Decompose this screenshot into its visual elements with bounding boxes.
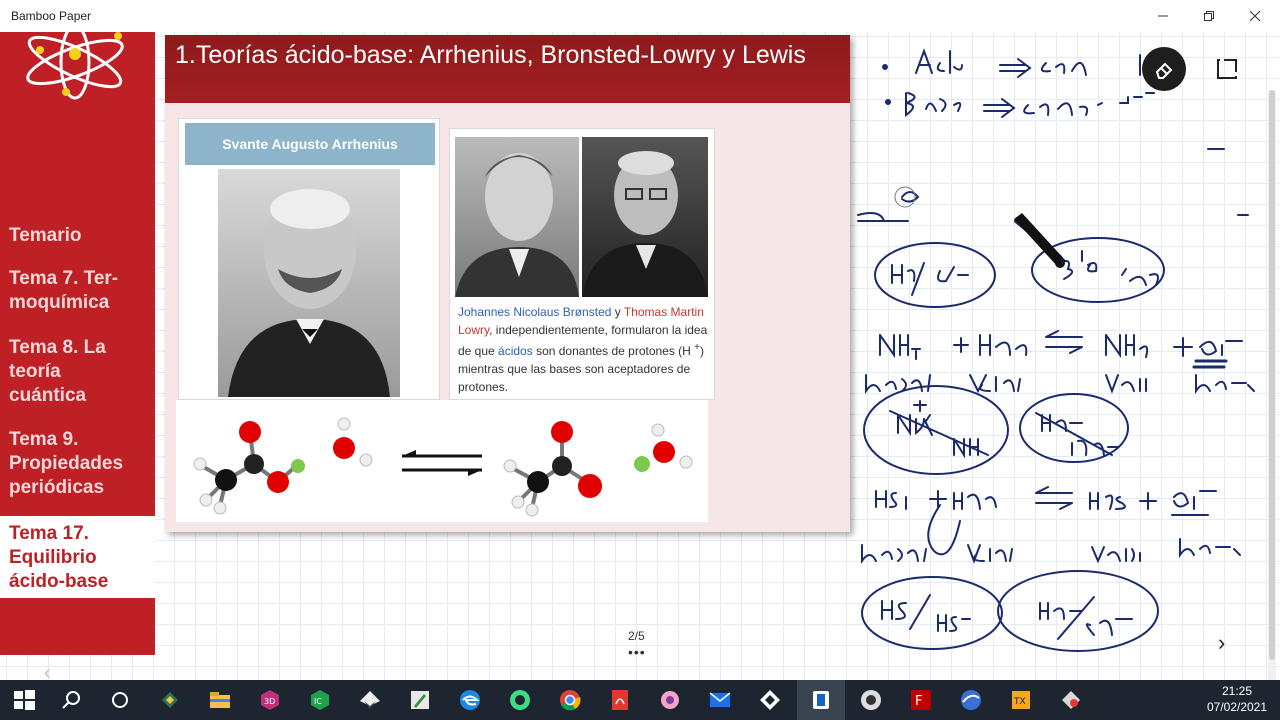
caption-acidos: ácidos — [498, 344, 533, 358]
sidebar-item-temario[interactable]: Temario — [9, 224, 149, 248]
cube-icon[interactable] — [758, 688, 782, 712]
acid-base-reaction-image — [176, 400, 708, 522]
mail-app-icon[interactable] — [158, 688, 182, 712]
handwritten-notes — [857, 48, 1255, 652]
app-title: Bamboo Paper — [11, 9, 92, 23]
svg-text:3D: 3D — [264, 697, 275, 706]
windows-taskbar: 3D IC F TX 21:25 07/02/2021 — [0, 680, 1280, 720]
scrollbar-thumb[interactable] — [1269, 90, 1275, 660]
fullscreen-button[interactable] — [1216, 58, 1238, 80]
android-studio-icon[interactable] — [508, 688, 532, 712]
arrhenius-banner: Svante Augusto Arrhenius — [185, 123, 435, 165]
xampp-icon[interactable]: TX — [1009, 688, 1033, 712]
clock-time: 21:25 — [1221, 684, 1253, 698]
fullscreen-icon — [1217, 59, 1237, 79]
sidebar-item-tema-7[interactable]: Tema 7. Ter- moquímica — [9, 267, 149, 315]
app-inkscape-icon[interactable] — [358, 688, 382, 712]
arrhenius-photo — [218, 169, 400, 397]
caption-y: y — [611, 305, 624, 319]
sidebar-item-tema-17[interactable]: Tema 17. Equilibrio ácido-base — [0, 516, 155, 598]
restore-button[interactable] — [1186, 0, 1232, 32]
eraser-tool-button[interactable] — [1142, 47, 1186, 91]
windows-start-icon[interactable] — [12, 688, 36, 712]
svg-text:TX: TX — [1013, 697, 1026, 707]
window-title-bar: Bamboo Paper — [0, 0, 1280, 32]
arrhenius-card: Svante Augusto Arrhenius — [178, 118, 440, 400]
mail-icon[interactable] — [708, 688, 732, 712]
filezilla-icon[interactable]: F — [909, 688, 933, 712]
acrobat-icon[interactable] — [608, 688, 632, 712]
search-icon[interactable] — [60, 688, 84, 712]
vertical-scrollbar[interactable] — [1268, 90, 1276, 680]
cortana-icon[interactable] — [108, 688, 132, 712]
close-icon — [1249, 10, 1261, 22]
sidebar-active-label: Tema 17. Equilibrio ácido-base — [9, 523, 109, 592]
svg-text:IC: IC — [314, 697, 322, 706]
file-explorer-icon[interactable] — [208, 688, 232, 712]
minimize-icon — [1158, 15, 1168, 17]
obs-icon[interactable] — [859, 688, 883, 712]
page-dots[interactable]: ••• — [628, 644, 646, 660]
svg-text:F: F — [915, 694, 922, 709]
bronsted-lowry-caption: Johannes Nicolaus Brønsted y Thomas Mart… — [458, 303, 708, 396]
edge-icon[interactable] — [458, 688, 482, 712]
sidebar-item-tema-8[interactable]: Tema 8. La teoría cuántica — [9, 336, 149, 408]
slide-title: 1.Teorías ácido-base: Arrhenius, Bronste… — [175, 41, 806, 69]
bronsted-lowry-card: Johannes Nicolaus Brønsted y Thomas Mart… — [449, 128, 715, 400]
slide-header: 1.Teorías ácido-base: Arrhenius, Bronste… — [165, 35, 850, 103]
close-button[interactable] — [1232, 0, 1278, 32]
page-indicator: 2/5 — [628, 629, 645, 643]
clock-date: 07/02/2021 — [1206, 700, 1268, 714]
app-pen-icon[interactable] — [408, 688, 432, 712]
caption-bronsted: Johannes Nicolaus Brønsted — [458, 305, 612, 319]
minimize-button[interactable] — [1140, 0, 1186, 32]
sidebar-item-tema-9[interactable]: Tema 9. Propiedades periódicas — [9, 428, 149, 500]
chrome-icon[interactable] — [558, 688, 582, 712]
browser-icon[interactable] — [959, 688, 983, 712]
arrhenius-name: Svante Augusto Arrhenius — [222, 136, 398, 152]
paint-icon[interactable] — [658, 688, 682, 712]
restore-icon — [1204, 11, 1214, 21]
bronsted-photo — [455, 137, 579, 297]
lowry-photo — [582, 137, 708, 297]
app-last-icon[interactable] — [1059, 688, 1083, 712]
app-3d-icon[interactable]: 3D — [258, 688, 282, 712]
caption-text2: son donantes de protones (H — [532, 344, 695, 358]
bamboo-paper-icon[interactable] — [809, 688, 833, 712]
eraser-icon — [1155, 62, 1173, 79]
atom-logo — [26, 32, 124, 100]
taskbar-clock[interactable]: 21:25 07/02/2021 — [1202, 683, 1272, 715]
next-page-arrow[interactable]: › — [1218, 630, 1225, 656]
app-ice-icon[interactable]: IC — [308, 688, 332, 712]
